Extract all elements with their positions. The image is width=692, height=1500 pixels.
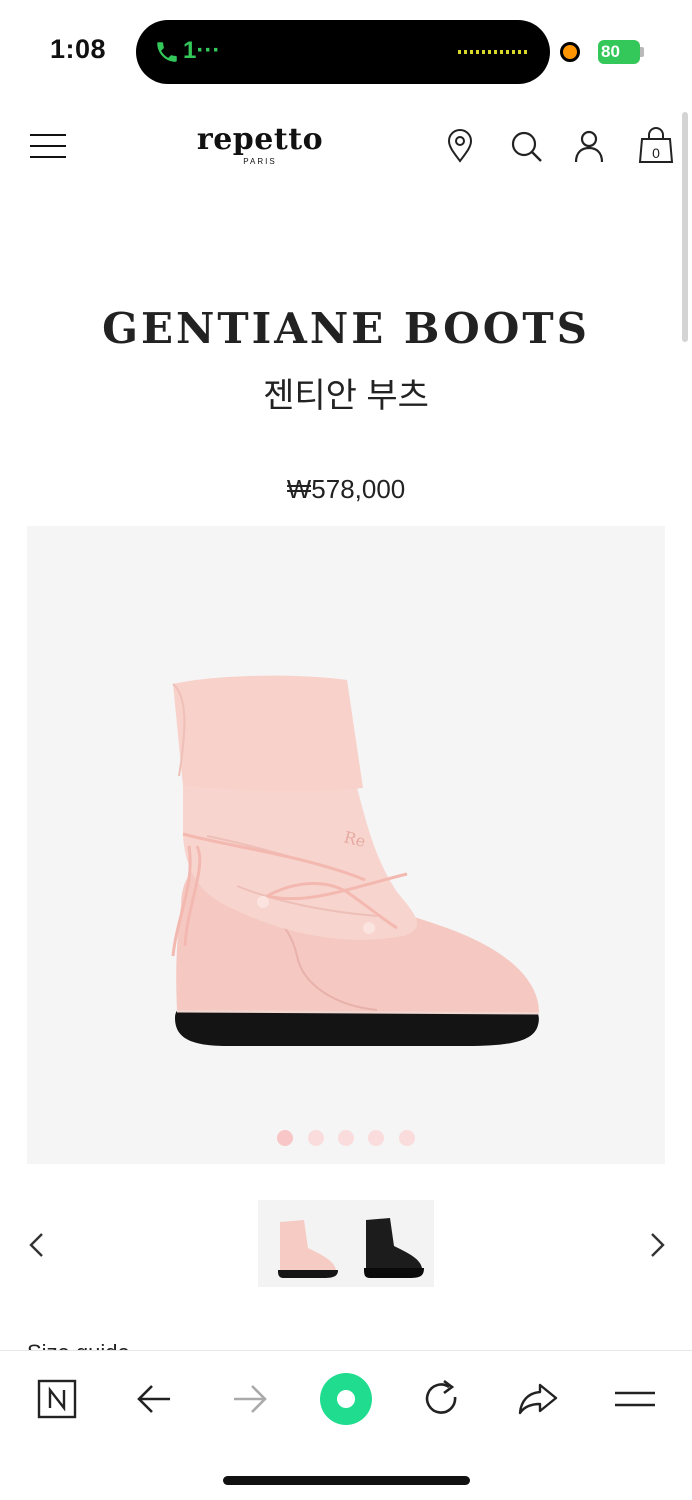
refresh-icon[interactable] bbox=[415, 1373, 467, 1425]
site-header: repetto PARIS 0 bbox=[0, 110, 692, 190]
image-pagination-dots bbox=[27, 1130, 665, 1151]
pagination-dot[interactable] bbox=[398, 1130, 415, 1146]
call-duration: 1··· bbox=[183, 37, 221, 64]
cart-count: 0 bbox=[652, 145, 660, 161]
product-title: GENTIANE BOOTS bbox=[102, 304, 590, 353]
brand-logo[interactable]: repetto PARIS bbox=[190, 122, 330, 166]
shopping-bag-icon[interactable]: 0 bbox=[637, 126, 675, 164]
product-image: Re bbox=[171, 675, 540, 1046]
recording-indicator bbox=[560, 42, 580, 62]
chevron-left-icon[interactable] bbox=[22, 1228, 52, 1262]
menu-icon[interactable] bbox=[609, 1373, 661, 1425]
dynamic-island[interactable]: 1··· bbox=[136, 20, 550, 84]
menu-icon[interactable] bbox=[30, 134, 66, 160]
home-dot-icon[interactable] bbox=[318, 1371, 374, 1427]
battery-tip bbox=[640, 47, 644, 57]
pagination-dot[interactable] bbox=[277, 1130, 294, 1146]
pagination-dot[interactable] bbox=[368, 1130, 385, 1146]
share-icon[interactable] bbox=[512, 1373, 564, 1425]
status-bar: 1:08 1··· 80 bbox=[0, 0, 692, 100]
pagination-dot[interactable] bbox=[338, 1130, 354, 1146]
product-price: ₩578,000 bbox=[286, 474, 406, 504]
product-subtitle: 젠티안 부츠 bbox=[263, 377, 429, 415]
battery-indicator: 80 bbox=[598, 40, 640, 64]
home-indicator[interactable] bbox=[223, 1476, 470, 1485]
location-pin-icon[interactable] bbox=[442, 128, 478, 164]
product-image-gallery[interactable]: Re bbox=[27, 526, 665, 1164]
color-variant-strip bbox=[258, 1200, 434, 1287]
back-arrow-icon[interactable] bbox=[128, 1373, 180, 1425]
chevron-right-icon[interactable] bbox=[642, 1228, 672, 1262]
variant-thumbnail-pink[interactable] bbox=[264, 1208, 344, 1280]
naver-n-icon[interactable] bbox=[31, 1373, 83, 1425]
browser-toolbar bbox=[0, 1350, 692, 1500]
pagination-dot[interactable] bbox=[307, 1130, 324, 1146]
variant-thumbnail-black[interactable] bbox=[350, 1208, 430, 1280]
phone-call-icon bbox=[157, 42, 177, 62]
status-time: 1:08 bbox=[50, 34, 107, 64]
forward-arrow-icon[interactable] bbox=[224, 1373, 276, 1425]
audio-waveform bbox=[458, 50, 528, 54]
search-icon[interactable] bbox=[508, 128, 544, 164]
logo-wordmark: repetto bbox=[196, 122, 324, 157]
account-icon[interactable] bbox=[571, 128, 607, 164]
logo-subtitle: PARIS bbox=[243, 157, 277, 166]
